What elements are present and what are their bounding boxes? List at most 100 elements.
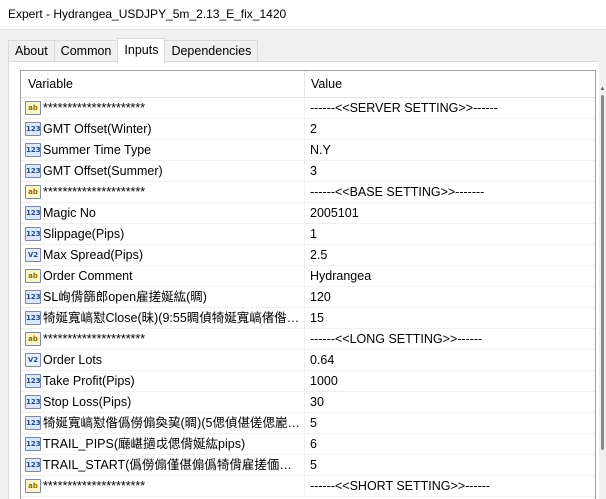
variable-name: Slippage(Pips) [43,227,125,241]
value-cell[interactable]: 1 [305,224,595,244]
variable-name: GMT Offset(Winter) [43,122,152,136]
value-cell[interactable]: 5 [305,455,595,475]
table-row[interactable]: 123 Summer Time Type N.Y [21,140,595,161]
tab-strip: About Common Inputs Dependencies [8,38,259,63]
variable-cell: 123 Magic No [21,203,305,223]
value-cell[interactable]: Hydrangea [305,266,595,286]
column-header-variable[interactable]: Variable [21,71,305,97]
variable-name: TRAIL_START(僞僗傓僅偡傓僞犄偝雇搓偭偺?... [43,458,301,472]
value-cell[interactable]: ------<<LONG SETTING>>------ [305,329,595,349]
value-cell[interactable]: 120 [305,287,595,307]
variable-name: Max Spread(Pips) [43,248,144,262]
integer-type-icon: 123 [25,227,41,241]
variable-name: SL峋偝篩郎open雇搓娫紘(晭) [43,290,207,304]
table-row[interactable]: V2 Max Spread(Pips) 2.5 [21,245,595,266]
variable-name: TRAIL_PIPS(廰嵁擿戉偲偝娫紘pips) [43,437,246,451]
variable-name: Magic No [43,206,96,220]
variable-name: ********************* [43,185,146,199]
string-type-icon: ab [25,101,41,115]
scroll-up-arrow-icon[interactable]: ▲ [599,85,606,93]
table-row[interactable]: ab ********************* ------<<BASE SETT… [21,182,595,203]
integer-type-icon: 123 [25,290,41,304]
table-row[interactable]: ab ********************* ------<<SHORT SET… [21,476,595,497]
column-header-value[interactable]: Value [305,71,595,97]
table-row[interactable]: 123 犄娫寬嵪懟偺僞僗傓奐巭(晭)(5偲偵偡傞偲嶏偵?... 5 [21,413,595,434]
value-cell[interactable]: ------<<BASE SETTING>>------- [305,182,595,202]
value-cell[interactable]: 2 [305,119,595,139]
table-row[interactable]: 123 GMT Offset(Summer) 3 [21,161,595,182]
integer-type-icon: 123 [25,206,41,220]
value-cell[interactable]: 0.64 [305,350,595,370]
variable-name: ********************* [43,332,146,346]
variable-cell: 123 Summer Time Type [21,140,305,160]
double-type-icon: V2 [25,353,41,367]
double-type-icon: V2 [25,248,41,262]
table-row[interactable]: 123 Magic No 2005101 [21,203,595,224]
vertical-scrollbar[interactable]: ▲ [599,61,606,499]
variable-cell: 123 Slippage(Pips) [21,224,305,244]
variable-cell: ab ********************* [21,182,305,202]
grid-header: Variable Value [21,71,595,98]
value-cell[interactable]: ------<<SHORT SETTING>>------ [305,476,595,496]
table-row[interactable]: ab ********************* ------<<LONG SETT… [21,329,595,350]
string-type-icon: ab [25,332,41,346]
scrollbar-thumb[interactable] [601,95,604,450]
variable-name: Stop Loss(Pips) [43,395,132,409]
integer-type-icon: 123 [25,122,41,136]
table-row[interactable]: ab ********************* ------<<SERVER SE… [21,98,595,119]
variable-cell: ab ********************* [21,476,305,496]
variable-cell: V2 Order Lots [21,350,305,370]
table-row[interactable]: V2 Order Lots 0.64 [21,350,595,371]
integer-type-icon: 123 [25,458,41,472]
tab-inputs[interactable]: Inputs [117,38,166,63]
variable-cell: 123 犄娫寬嵪懟Close(昧)(9:55晭偵犄娫寬嵪偖偺偡... [21,308,305,328]
variable-cell: ab ********************* [21,98,305,118]
table-row[interactable]: 123 TRAIL_START(僞僗傓僅偡傓僞犄偝雇搓偭偺?... 5 [21,455,595,476]
variable-name: ********************* [43,101,146,115]
value-cell[interactable]: 15 [305,308,595,328]
value-cell[interactable]: ------<<SERVER SETTING>>------ [305,98,595,118]
tab-common[interactable]: Common [53,40,119,62]
tab-dependencies[interactable]: Dependencies [164,40,259,62]
table-row[interactable]: ab Order Comment Hydrangea [21,266,595,287]
value-cell[interactable]: N.Y [305,140,595,160]
table-row[interactable]: 123 犄娫寬嵪懟Close(昧)(9:55晭偵犄娫寬嵪偖偺偡... 15 [21,308,595,329]
string-type-icon: ab [25,479,41,493]
table-row[interactable]: 123 Stop Loss(Pips) 30 [21,392,595,413]
window-title: Expert - Hydrangea_USDJPY_5m_2.13_E_fix_… [8,7,287,21]
integer-type-icon: 123 [25,143,41,157]
value-cell[interactable]: 2.5 [305,245,595,265]
value-cell[interactable]: 3 [305,161,595,181]
variable-cell: 123 TRAIL_PIPS(廰嵁擿戉偲偝娫紘pips) [21,434,305,454]
window-titlebar: Expert - Hydrangea_USDJPY_5m_2.13_E_fix_… [0,0,606,30]
value-cell[interactable]: 1000 [305,371,595,391]
value-cell[interactable]: 6 [305,434,595,454]
tab-about[interactable]: About [8,40,55,62]
integer-type-icon: 123 [25,164,41,178]
variable-cell: 123 Take Profit(Pips) [21,371,305,391]
integer-type-icon: 123 [25,416,41,430]
variable-cell: 123 TRAIL_START(僞僗傓僅偡傓僞犄偝雇搓偭偺?... [21,455,305,475]
inputs-grid: Variable Value ab ********************* --… [20,70,596,499]
inputs-panel: Variable Value ab ********************* --… [8,61,606,499]
table-row[interactable]: 123 TRAIL_PIPS(廰嵁擿戉偲偝娫紘pips) 6 [21,434,595,455]
value-cell[interactable]: 5 [305,413,595,433]
table-row[interactable]: 123 Take Profit(Pips) 1000 [21,371,595,392]
variable-name: 犄娫寬嵪懟偺僞僗傓奐巭(晭)(5偲偵偡傞偲嶏偵?... [43,416,301,430]
table-row[interactable]: 123 Slippage(Pips) 1 [21,224,595,245]
value-cell[interactable]: 2005101 [305,203,595,223]
table-row[interactable]: 123 GMT Offset(Winter) 2 [21,119,595,140]
integer-type-icon: 123 [25,311,41,325]
value-cell[interactable]: 30 [305,392,595,412]
variable-name: Order Lots [43,353,103,367]
variable-cell: 123 犄娫寬嵪懟偺僞僗傓奐巭(晭)(5偲偵偡傞偲嶏偵?... [21,413,305,433]
string-type-icon: ab [25,185,41,199]
string-type-icon: ab [25,269,41,283]
table-row[interactable]: 123 SL峋偝篩郎open雇搓娫紘(晭) 120 [21,287,595,308]
variable-name: GMT Offset(Summer) [43,164,163,178]
variable-name: Order Comment [43,269,133,283]
integer-type-icon: 123 [25,374,41,388]
variable-name: ********************* [43,479,146,493]
integer-type-icon: 123 [25,437,41,451]
variable-cell: 123 SL峋偝篩郎open雇搓娫紘(晭) [21,287,305,307]
